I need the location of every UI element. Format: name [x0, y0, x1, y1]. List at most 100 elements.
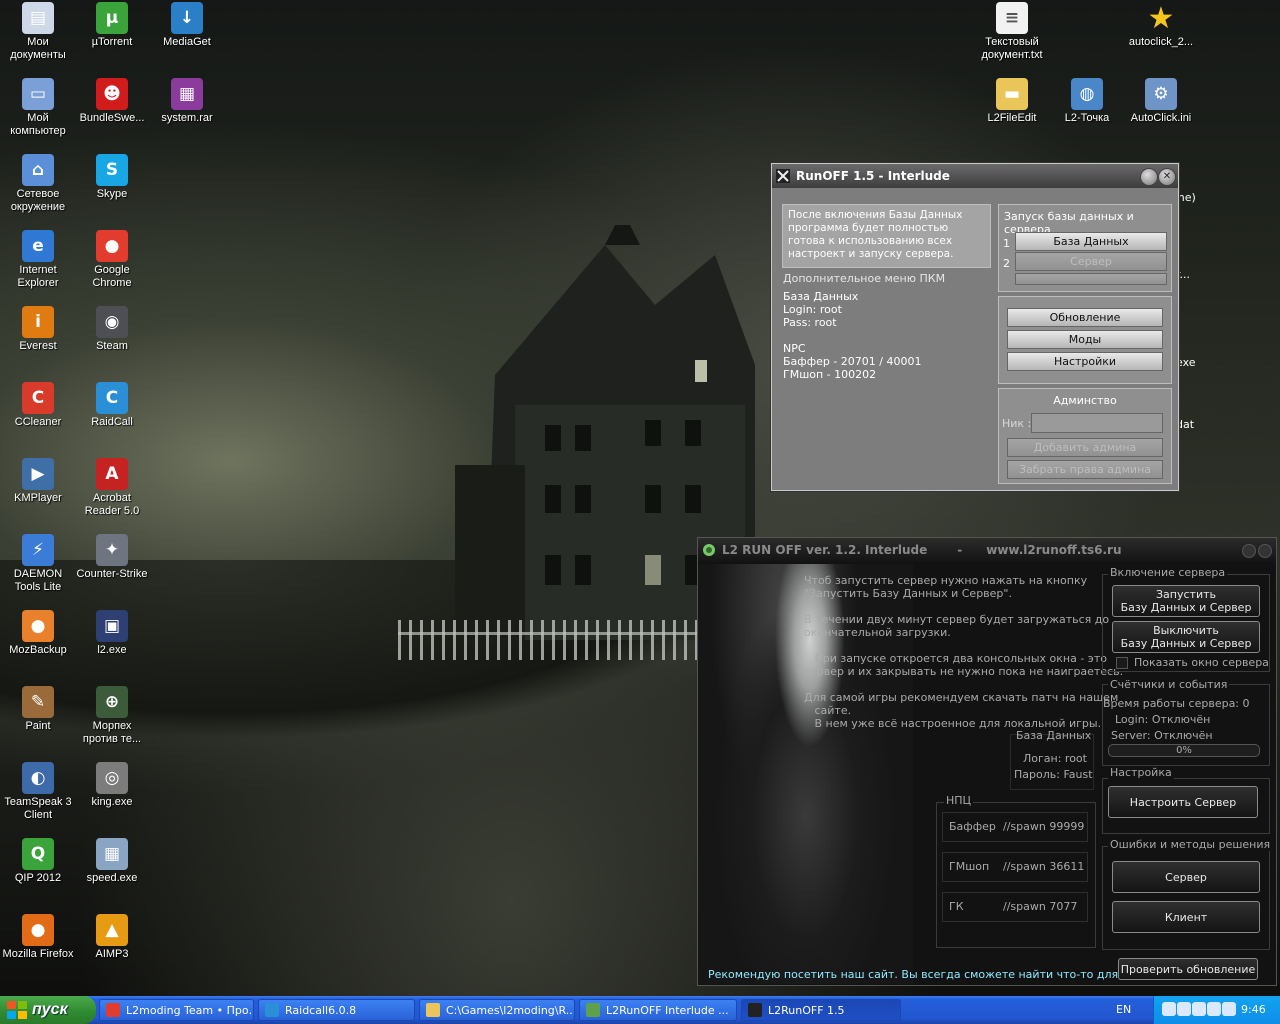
- language-indicator[interactable]: EN: [1116, 1003, 1131, 1016]
- desktop-icon-my-documents[interactable]: ▤ Мои документы: [0, 2, 76, 62]
- desktop-icon-label: TeamSpeak 3 Client: [4, 796, 72, 821]
- admin-group: Админство Ник : Добавить админа Забрать …: [998, 388, 1172, 484]
- desktop-icon-label: speed.exe: [86, 872, 138, 884]
- desktop-icon-teamspeak[interactable]: ◐ TeamSpeak 3 Client: [0, 762, 76, 822]
- desktop-icon-everest[interactable]: i Everest: [0, 306, 76, 353]
- desktop-icon-qip[interactable]: Q QIP 2012: [0, 838, 76, 885]
- taskbar-task[interactable]: L2RunOFF 1.5: [741, 999, 901, 1021]
- desktop-icon-autoclick-ini[interactable]: ⚙ AutoClick.ini: [1123, 78, 1199, 125]
- network-tray-icon[interactable]: [1222, 1002, 1236, 1016]
- desktop-icon-bundleswe[interactable]: ☻ BundleSwe...: [74, 78, 150, 125]
- desktop-icon-morpekh[interactable]: ⊕ Морпех против те...: [74, 686, 150, 746]
- remove-admin-button[interactable]: Забрать права админа: [1007, 460, 1163, 479]
- desktop-icon-daemon[interactable]: ⚡ DAEMON Tools Lite: [0, 534, 76, 594]
- stop-server-button[interactable]: Выключить Базу Данных и Сервер: [1112, 621, 1260, 653]
- desktop-icon-raidcall[interactable]: C RaidCall: [74, 382, 150, 429]
- runoff-tray-icon[interactable]: [1162, 1002, 1176, 1016]
- npc-line: ГМшоп - 100202: [783, 368, 877, 381]
- npc-name: Баффер: [949, 820, 996, 833]
- footer-text[interactable]: Рекомендую посетить наш сайт. Вы всегда …: [708, 968, 1172, 981]
- folder-icon: ▬: [996, 78, 1028, 110]
- instruction-line: Чтоб запустить сервер нужно нажать на кн…: [804, 574, 1088, 587]
- close-button[interactable]: ✕: [1158, 168, 1176, 186]
- npc-group-title: НПЦ: [944, 794, 974, 807]
- client-help-button[interactable]: Клиент: [1112, 901, 1260, 933]
- show-window-checkbox[interactable]: [1116, 657, 1128, 669]
- desktop-icon-autoclick-2[interactable]: ★ autoclick_2...: [1123, 0, 1199, 49]
- desktop-icon-text-doc[interactable]: ≡ Текстовый документ.txt: [974, 2, 1050, 62]
- desktop-icon-steam[interactable]: ◉ Steam: [74, 306, 150, 353]
- configure-server-button[interactable]: Настроить Сервер: [1108, 786, 1258, 818]
- desktop-icon-label: Текстовый документ.txt: [981, 36, 1043, 61]
- desktop-icon-my-computer[interactable]: ▭ Мой компьютер: [0, 78, 76, 138]
- l2runoff-titlebar[interactable]: L2 RUN OFF ver. 1.2. Interlude - www.l2r…: [698, 538, 1276, 562]
- folder-icon: [426, 1003, 440, 1017]
- server-button[interactable]: Сервер: [1015, 252, 1167, 271]
- internet-explorer-icon: e: [22, 230, 54, 262]
- taskbar-task-label: L2RunOFF Interlude ...: [606, 1003, 729, 1017]
- desktop-icon-mozbackup[interactable]: ● MozBackup: [0, 610, 76, 657]
- desktop-icon-paint[interactable]: ✎ Paint: [0, 686, 76, 733]
- desktop-icon-acrobat[interactable]: A Acrobat Reader 5.0: [74, 458, 150, 518]
- desktop-icon-system-rar[interactable]: ▦ system.rar: [149, 78, 225, 125]
- minimize-button[interactable]: [1140, 168, 1158, 186]
- computer-icon: ▭: [22, 78, 54, 110]
- minimize-button[interactable]: [1242, 544, 1256, 558]
- desktop-icon-ie[interactable]: e Internet Explorer: [0, 230, 76, 290]
- start-button[interactable]: пуск: [0, 996, 96, 1024]
- text-document-icon: ≡: [996, 2, 1028, 34]
- desktop-icon-ccleaner[interactable]: C CCleaner: [0, 382, 76, 429]
- admin-group-title: Админство: [1053, 394, 1117, 407]
- qip-icon: Q: [22, 838, 54, 870]
- desktop-icon-label: Paint: [25, 720, 51, 732]
- desktop-icon-l2-tochka[interactable]: ◍ L2-Точка: [1049, 78, 1125, 125]
- raidcall-tray-icon[interactable]: [1192, 1002, 1206, 1016]
- close-button[interactable]: [1258, 544, 1272, 558]
- desktop-icon-aimp3[interactable]: ▲ AIMP3: [74, 914, 150, 961]
- taskbar-task[interactable]: L2moding Team • Про...: [99, 999, 254, 1021]
- check-update-button[interactable]: Проверить обновление: [1118, 958, 1258, 980]
- desktop-icon-label: AutoClick.ini: [1130, 112, 1192, 124]
- desktop-icon-label: MediaGet: [163, 36, 211, 48]
- database-button[interactable]: База Данных: [1015, 232, 1167, 251]
- desktop-icon-speed-exe[interactable]: ▦ speed.exe: [74, 838, 150, 885]
- desktop-icon-chrome[interactable]: ● Google Chrome: [74, 230, 150, 290]
- taskbar-task[interactable]: L2RunOFF Interlude ...: [579, 999, 737, 1021]
- db-login: Логан: root: [1023, 752, 1087, 765]
- skype-tray-icon[interactable]: [1177, 1002, 1191, 1016]
- desktop-icon-king-exe[interactable]: ◎ king.exe: [74, 762, 150, 809]
- desktop-icon-firefox[interactable]: ● Mozilla Firefox: [0, 914, 76, 961]
- desktop-icon-label: MozBackup: [9, 644, 67, 656]
- desktop-icon-kmplayer[interactable]: ▶ KMPlayer: [0, 458, 76, 505]
- taskbar-task[interactable]: C:\Games\l2moding\R...: [419, 999, 575, 1021]
- desktop-icon-counter-strike[interactable]: ✦ Counter-Strike: [74, 534, 150, 581]
- desktop-icon-skype[interactable]: S Skype: [74, 154, 150, 201]
- desktop-icon-label: autoclick_2...: [1128, 36, 1194, 48]
- nick-input[interactable]: [1031, 413, 1163, 433]
- add-admin-button[interactable]: Добавить админа: [1007, 438, 1163, 457]
- aimp-icon: ▲: [96, 914, 128, 946]
- mods-button[interactable]: Моды: [1007, 330, 1163, 349]
- desktop-icon-label: AIMP3: [95, 948, 129, 960]
- volume-icon[interactable]: [1207, 1002, 1221, 1016]
- desktop-icon-utorrent[interactable]: µ µTorrent: [74, 2, 150, 49]
- runoff-titlebar[interactable]: RunOFF 1.5 - Interlude: [772, 164, 1178, 188]
- acrobat-icon: A: [96, 458, 128, 490]
- desktop-icon-l2fileedit[interactable]: ▬ L2FileEdit: [974, 78, 1050, 125]
- server-help-button[interactable]: Сервер: [1112, 861, 1260, 893]
- desktop-icon-mediaget[interactable]: ↓ MediaGet: [149, 2, 225, 49]
- taskbar-task[interactable]: Raidcall6.0.8: [258, 999, 415, 1021]
- show-window-label: Показать окно сервера: [1134, 656, 1269, 669]
- instruction-line: сайте.: [804, 704, 852, 717]
- desktop-icon-network[interactable]: ⌂ Сетевое окружение: [0, 154, 76, 214]
- server-group-title: Включение сервера: [1108, 566, 1228, 579]
- settings-button[interactable]: Настройки: [1007, 352, 1163, 371]
- site-url[interactable]: www.l2runoff.ts6.ru: [986, 543, 1121, 557]
- npc-row: Баффер //spawn 99999: [942, 812, 1088, 842]
- star-icon: ★: [1147, 0, 1175, 36]
- update-button[interactable]: Обновление: [1007, 308, 1163, 327]
- start-server-button[interactable]: Запустить Базу Данных и Сервер: [1112, 585, 1260, 617]
- desktop-icon-l2-exe[interactable]: ▣ l2.exe: [74, 610, 150, 657]
- npc-line: NPC: [783, 342, 806, 355]
- everest-icon: i: [22, 306, 54, 338]
